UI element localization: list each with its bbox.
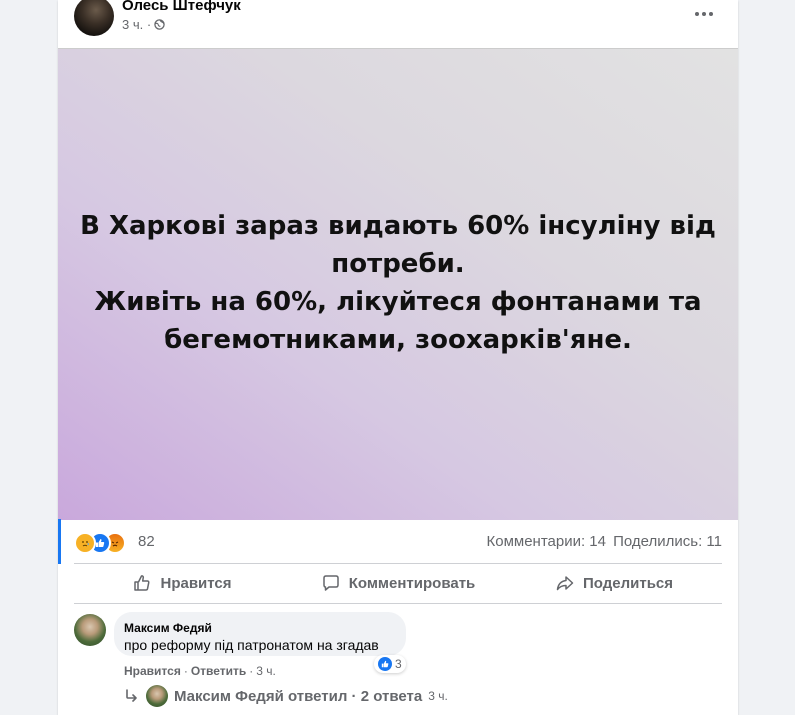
post-time[interactable]: 3 ч. · [122, 17, 151, 32]
comment-bubble: Максим Федяй про реформу під патронатом … [114, 612, 406, 656]
reactions-summary: 82 Комментарии: 14 Поделились: 11 [74, 526, 722, 556]
author-avatar[interactable] [74, 0, 114, 36]
divider [74, 603, 722, 604]
divider [74, 563, 722, 564]
post-image[interactable]: В Харкові зараз видають 60% інсуліну від… [58, 48, 738, 520]
share-button[interactable]: Поделиться [506, 566, 722, 600]
like-icon [378, 657, 392, 671]
comment-icon [322, 575, 339, 591]
post-text-line: потреби. [331, 249, 465, 279]
comment-reaction-count: 3 [395, 657, 402, 671]
replies-time: 3 ч. [428, 689, 448, 703]
post-author-name[interactable]: Олесь Штефчук [122, 0, 241, 14]
like-button[interactable]: Нравится [74, 566, 290, 600]
post-text-line: Живіть на 60%, лікуйтеся фонтанами та [94, 287, 702, 317]
shares-count[interactable]: Поделились: 11 [613, 533, 722, 550]
globe-icon[interactable] [154, 19, 165, 30]
replies-text: Максим Федяй ответил · 2 ответа [174, 687, 423, 705]
share-button-label: Поделиться [582, 574, 674, 592]
post-header: Олесь Штефчук 3 ч. · [58, 0, 738, 48]
comment-text: про реформу під патронатом на згадав [124, 637, 379, 653]
reply-avatar [146, 685, 168, 707]
thumbs-up-icon [134, 575, 150, 591]
share-icon [556, 576, 574, 591]
commenter-avatar[interactable] [74, 614, 106, 646]
focus-accent-bar [58, 519, 61, 564]
post-meta: 3 ч. · [122, 17, 165, 32]
comment-button[interactable]: Комментировать [290, 566, 506, 600]
post-text-line: бегемотниками, зоохарків'яне. [164, 325, 632, 355]
post-actions: Нравится Комментировать Поделиться [74, 566, 722, 600]
reaction-count[interactable]: 82 [138, 533, 155, 550]
comment-time[interactable]: 3 ч. [256, 664, 276, 678]
comment-button-label: Комментировать [348, 574, 476, 592]
comment-like-link[interactable]: Нравится [124, 664, 181, 678]
reaction-icons[interactable] [74, 530, 134, 554]
post-text-line: В Харкові зараз видають 60% інсуліну від [80, 211, 716, 241]
separator: · [183, 664, 188, 678]
view-replies-link[interactable]: Максим Федяй ответил · 2 ответа 3 ч. [124, 685, 448, 707]
comments-count[interactable]: Комментарии: 14 [487, 533, 607, 550]
separator: · [249, 664, 254, 678]
more-options-icon[interactable] [690, 2, 718, 26]
post-card: Олесь Штефчук 3 ч. · В Харкові зараз вид… [58, 0, 738, 715]
comment-reply-link[interactable]: Ответить [191, 664, 246, 678]
reply-arrow-icon [126, 689, 137, 702]
sad-icon [74, 532, 96, 554]
like-button-label: Нравится [160, 574, 232, 592]
comment-actions: Нравится · Ответить · 3 ч. [124, 664, 276, 678]
post-image-text: В Харкові зараз видають 60% інсуліну від… [78, 207, 718, 359]
comment-reactions[interactable]: 3 [374, 655, 406, 673]
comment-author-name[interactable]: Максим Федяй [124, 621, 212, 635]
